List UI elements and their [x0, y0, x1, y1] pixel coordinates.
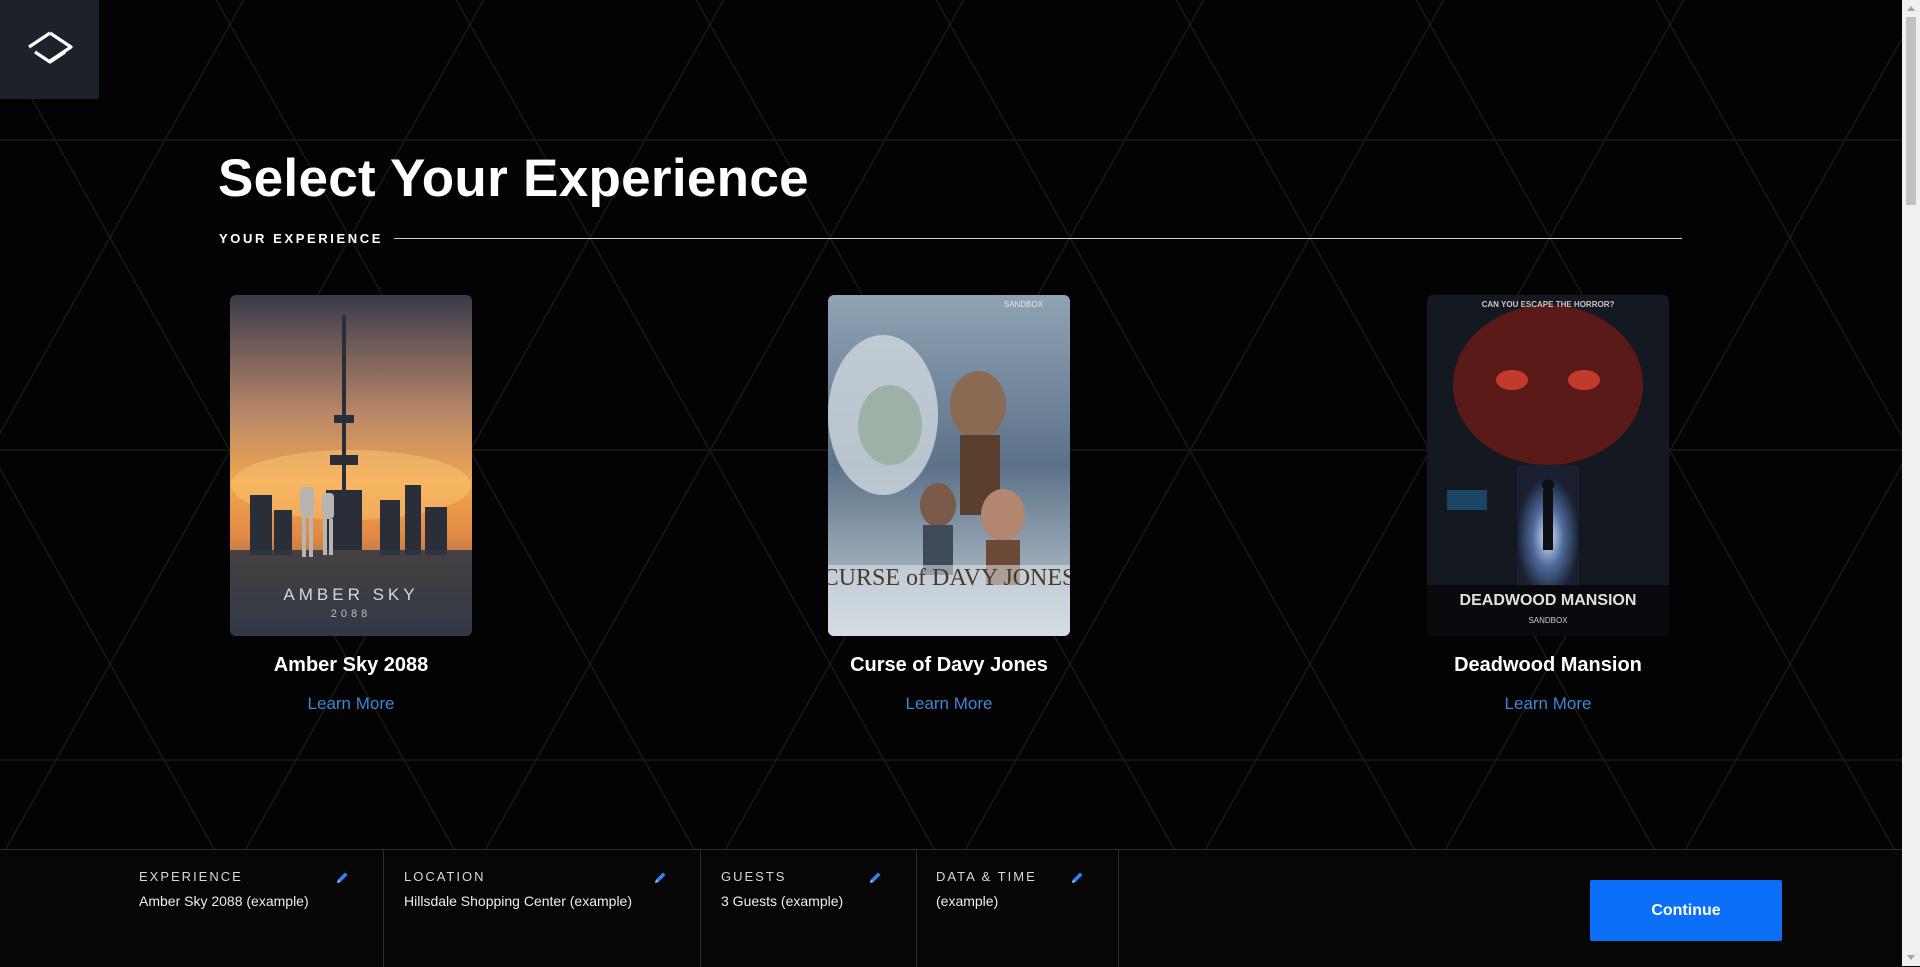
home-logo-button[interactable]	[0, 0, 99, 99]
svg-text:AMBER SKY: AMBER SKY	[283, 585, 418, 604]
experience-label: EXPERIENCE	[139, 869, 243, 884]
experience-poster[interactable]: CURSE of DAVY JONES SANDBOX	[828, 295, 1070, 636]
guests-value: 3 Guests (example)	[721, 893, 844, 909]
summary-location: LOCATION Hillsdale Shopping Center (exam…	[384, 850, 701, 967]
svg-text:SANDBOX: SANDBOX	[1528, 616, 1568, 625]
scroll-up-arrow-icon[interactable]	[1902, 0, 1920, 17]
page-title: Select Your Experience	[218, 149, 809, 208]
vertical-scrollbar[interactable]	[1902, 0, 1920, 966]
summary-guests: GUESTS 3 Guests (example)	[701, 850, 917, 967]
sandbox-logo-icon	[27, 31, 73, 64]
svg-text:CURSE of DAVY JONES: CURSE of DAVY JONES	[828, 565, 1070, 591]
experience-poster[interactable]: AMBER SKY 2088	[230, 295, 472, 636]
section-label: YOUR EXPERIENCE	[219, 230, 383, 246]
scrollbar-thumb[interactable]	[1906, 17, 1916, 205]
summary-datetime: DATA & TIME (example)	[917, 850, 1119, 967]
summary-experience: EXPERIENCE Amber Sky 2088 (example)	[0, 850, 384, 967]
pencil-icon[interactable]	[867, 870, 883, 886]
experience-poster[interactable]: CAN YOU ESCAPE THE HORROR? DEADWOOD MANS…	[1427, 295, 1669, 636]
svg-text:2088: 2088	[331, 608, 371, 620]
experience-title: Curse of Davy Jones	[850, 654, 1048, 676]
experience-card-curse-of-davy-jones[interactable]: CURSE of DAVY JONES SANDBOX Curse of Dav…	[827, 295, 1071, 714]
continue-button[interactable]: Continue	[1590, 880, 1782, 941]
guests-label: GUESTS	[721, 869, 787, 884]
booking-summary-bar: EXPERIENCE Amber Sky 2088 (example) LOCA…	[0, 849, 1902, 967]
svg-text:SANDBOX: SANDBOX	[1004, 300, 1044, 309]
svg-text:DEADWOOD MANSION: DEADWOOD MANSION	[1460, 592, 1637, 609]
pencil-icon[interactable]	[652, 870, 668, 886]
experience-title: Amber Sky 2088	[273, 654, 429, 676]
experience-card-deadwood-mansion[interactable]: CAN YOU ESCAPE THE HORROR? DEADWOOD MANS…	[1426, 295, 1670, 714]
pencil-icon[interactable]	[334, 870, 350, 886]
section-divider	[393, 237, 1682, 239]
datetime-value: (example)	[936, 893, 999, 909]
pencil-icon[interactable]	[1069, 870, 1085, 886]
experience-title: Deadwood Mansion	[1454, 654, 1642, 676]
location-label: LOCATION	[404, 869, 486, 884]
section-header: YOUR EXPERIENCE	[219, 228, 1682, 248]
datetime-label: DATA & TIME	[936, 869, 1037, 884]
location-value: Hillsdale Shopping Center (example)	[404, 893, 633, 909]
learn-more-link[interactable]: Learn More	[1505, 694, 1592, 714]
learn-more-link[interactable]: Learn More	[308, 694, 395, 714]
svg-text:CAN YOU ESCAPE THE HORROR?: CAN YOU ESCAPE THE HORROR?	[1482, 300, 1615, 309]
learn-more-link[interactable]: Learn More	[906, 694, 993, 714]
experience-card-amber-sky[interactable]: AMBER SKY 2088 Amber Sky 2088 Learn More	[229, 295, 473, 714]
scroll-down-arrow-icon[interactable]	[1902, 949, 1920, 966]
experience-value: Amber Sky 2088 (example)	[139, 893, 309, 909]
